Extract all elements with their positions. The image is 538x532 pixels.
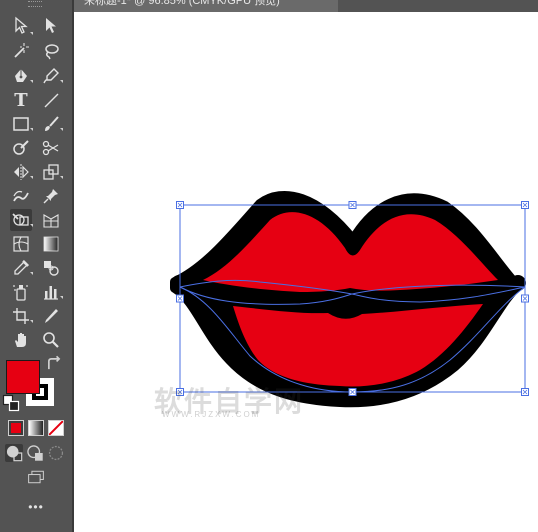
draw-behind-button[interactable] xyxy=(26,444,44,462)
hand-tool[interactable] xyxy=(10,329,32,351)
handle-bottom-left[interactable] xyxy=(176,388,184,396)
zoom-tool[interactable] xyxy=(40,329,62,351)
default-fill-stroke[interactable] xyxy=(2,394,20,412)
direct-selection-tool[interactable] xyxy=(40,14,62,36)
panel-grip[interactable] xyxy=(28,1,42,7)
magic-wand-icon xyxy=(14,43,29,58)
none-mode-button[interactable] xyxy=(48,420,64,436)
lasso-icon xyxy=(45,44,59,60)
slice-tool[interactable] xyxy=(40,305,62,327)
shape-builder-tool[interactable] xyxy=(10,209,32,231)
eyedropper-icon xyxy=(14,259,30,275)
type-icon: T xyxy=(14,89,28,111)
shaper-icon xyxy=(13,140,29,155)
mesh-icon xyxy=(13,236,29,252)
scale-icon xyxy=(43,164,59,180)
gradient-icon xyxy=(43,236,59,252)
line-segment-tool[interactable] xyxy=(40,89,62,111)
document-tab[interactable]: 未标题-1* @ 96.85% (CMYK/GPU 预览) xyxy=(74,0,338,12)
lasso-tool[interactable] xyxy=(40,40,62,62)
pen-tool[interactable] xyxy=(10,65,32,87)
gradient-tool[interactable] xyxy=(40,233,62,255)
scale-tool[interactable] xyxy=(40,161,62,183)
fill-swatch[interactable] xyxy=(6,360,40,394)
gradient-mode-button[interactable] xyxy=(28,420,44,436)
handle-top-right[interactable] xyxy=(521,201,529,209)
draw-normal-icon xyxy=(6,445,23,462)
handle-middle-right[interactable] xyxy=(521,294,529,303)
tools-panel: T ••• xyxy=(0,0,72,532)
symbol-sprayer-icon xyxy=(13,285,28,301)
warp-tool[interactable] xyxy=(10,185,32,207)
pin-icon xyxy=(43,189,58,204)
swap-arrows-icon xyxy=(48,355,61,370)
handle-top-center[interactable] xyxy=(348,201,357,209)
document-tab-title: 未标题-1* @ 96.85% (CMYK/GPU 预览) xyxy=(84,0,280,7)
color-mode-button[interactable] xyxy=(8,420,24,436)
edit-toolbar-button[interactable]: ••• xyxy=(0,500,72,514)
eyedropper-tool[interactable] xyxy=(10,257,32,279)
warp-icon xyxy=(13,190,29,202)
draw-normal-button[interactable] xyxy=(5,444,23,462)
blend-icon xyxy=(44,261,59,276)
zoom-icon xyxy=(43,332,59,348)
artboard-tool[interactable] xyxy=(10,305,32,327)
rectangle-tool[interactable] xyxy=(10,113,32,135)
screen-mode-icon xyxy=(28,470,44,484)
shape-builder-icon xyxy=(12,213,29,226)
puppet-warp-tool[interactable] xyxy=(40,185,62,207)
direct-selection-arrow-icon xyxy=(46,18,56,33)
perspective-grid-tool[interactable] xyxy=(40,209,62,231)
handle-bottom-center[interactable] xyxy=(348,388,357,396)
type-tool[interactable]: T xyxy=(10,89,32,111)
curvature-tool[interactable] xyxy=(40,65,62,87)
handle-bottom-right[interactable] xyxy=(521,388,529,396)
selection-tool[interactable] xyxy=(10,14,32,36)
rectangle-icon xyxy=(13,117,29,131)
change-screen-mode-button[interactable] xyxy=(24,468,48,486)
line-segment-icon xyxy=(44,93,59,108)
column-graph-icon xyxy=(44,286,58,300)
selection-arrow-icon xyxy=(15,16,28,34)
artboard-icon xyxy=(13,308,29,324)
draw-inside-button[interactable] xyxy=(47,444,65,462)
default-colors-icon xyxy=(2,394,20,412)
blend-tool[interactable] xyxy=(40,257,62,279)
shaper-tool[interactable] xyxy=(10,137,32,159)
scissors-icon xyxy=(42,140,59,156)
symbol-sprayer-tool[interactable] xyxy=(10,281,32,303)
handle-top-left[interactable] xyxy=(176,201,184,209)
swap-fill-stroke[interactable] xyxy=(46,355,62,372)
magic-wand-tool[interactable] xyxy=(10,40,32,62)
reflect-tool[interactable] xyxy=(10,161,32,183)
paintbrush-icon xyxy=(45,116,59,131)
perspective-grid-icon xyxy=(43,214,59,228)
draw-behind-icon xyxy=(27,445,43,461)
scissors-tool[interactable] xyxy=(40,137,62,159)
solid-color-icon xyxy=(11,423,21,433)
none-icon xyxy=(49,421,63,435)
curvature-icon xyxy=(43,68,59,84)
paintbrush-tool[interactable] xyxy=(40,113,62,135)
column-graph-tool[interactable] xyxy=(40,281,62,303)
slice-icon xyxy=(45,309,58,323)
handle-middle-left[interactable] xyxy=(176,294,184,303)
hand-icon xyxy=(15,333,26,347)
pen-icon xyxy=(15,69,27,82)
draw-inside-icon xyxy=(48,445,64,461)
mesh-tool[interactable] xyxy=(10,233,32,255)
reflect-icon xyxy=(14,164,29,180)
